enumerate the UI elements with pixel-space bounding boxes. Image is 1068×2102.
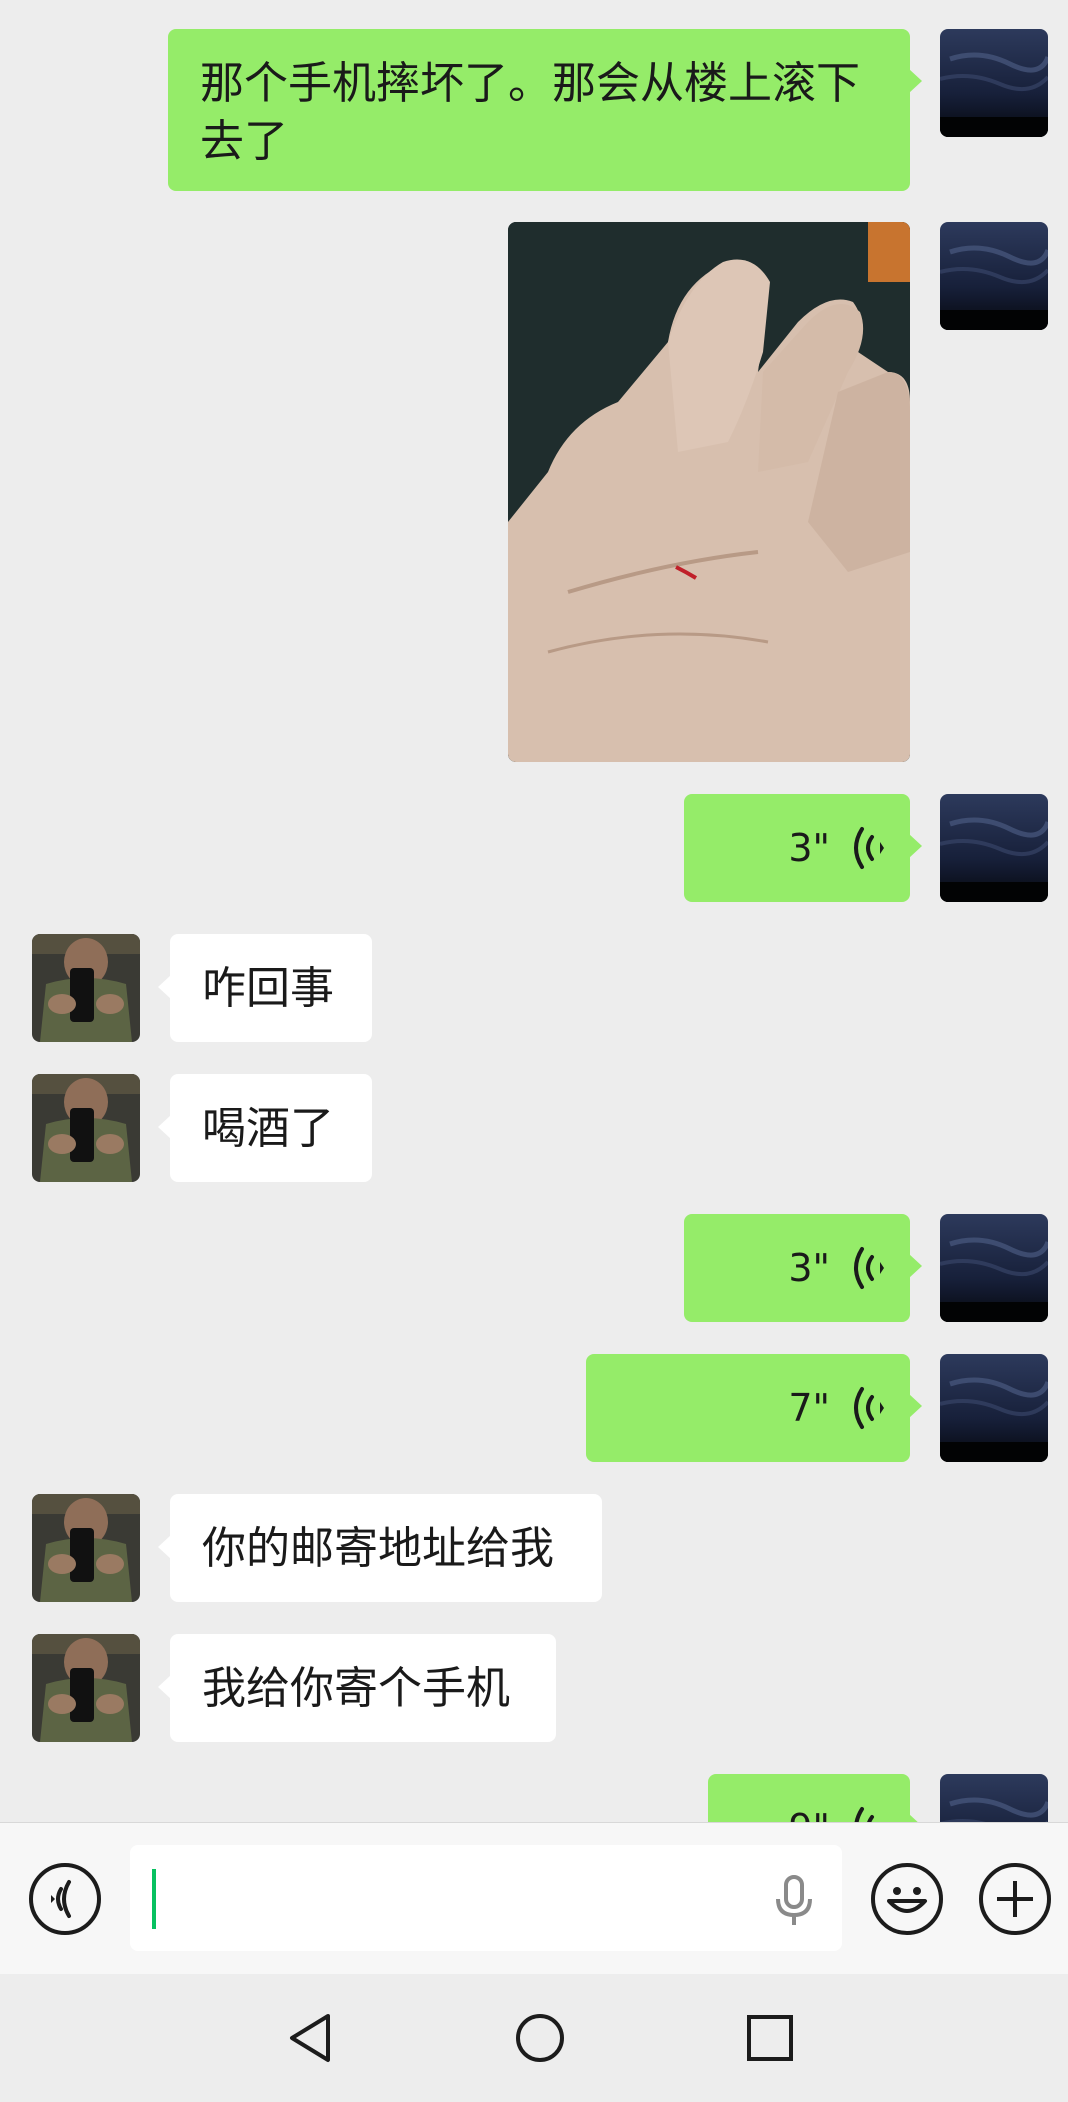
my-avatar[interactable] — [940, 1354, 1048, 1462]
contact-avatar[interactable] — [32, 934, 140, 1042]
emoji-button[interactable] — [871, 1863, 943, 1935]
voice-mode-icon — [51, 1880, 71, 1918]
contact-avatar[interactable] — [32, 1494, 140, 1602]
voice-message-bubble[interactable]: 9" — [708, 1774, 922, 1822]
text-cursor — [152, 1869, 156, 1929]
voice-wave-icon — [854, 827, 884, 869]
message-bubble-incoming[interactable]: 你的邮寄地址给我 — [158, 1494, 602, 1602]
voice-wave-icon — [854, 1247, 884, 1289]
input-bar — [0, 1822, 1068, 1975]
recents-square-icon[interactable] — [742, 2010, 798, 2066]
voice-duration: 3" — [788, 826, 830, 870]
photo-message[interactable] — [508, 222, 910, 762]
voice-duration: 3" — [788, 1246, 830, 1290]
message-bubble-incoming[interactable]: 咋回事 — [158, 934, 372, 1042]
voice-duration: 7" — [788, 1386, 830, 1430]
voice-message-bubble[interactable]: 3" — [684, 794, 922, 902]
message-bubble-outgoing[interactable]: 那个手机摔坏了。那会从楼上滚下去了 — [168, 29, 922, 191]
voice-wave-icon — [854, 1387, 884, 1429]
message-text: 那个手机摔坏了。那会从楼上滚下去了 — [200, 58, 860, 167]
message-bubble-incoming[interactable]: 我给你寄个手机 — [158, 1634, 556, 1742]
contact-avatar[interactable] — [32, 1074, 140, 1182]
contact-avatar[interactable] — [32, 1634, 140, 1742]
voice-wave-icon — [854, 1807, 874, 1822]
message-bubble-incoming[interactable]: 喝酒了 — [158, 1074, 372, 1182]
my-avatar[interactable] — [940, 794, 1048, 902]
my-avatar[interactable] — [940, 1774, 1048, 1822]
voice-message-bubble[interactable]: 7" — [586, 1354, 922, 1462]
emoji-icon — [887, 1887, 927, 1913]
voice-mode-toggle[interactable] — [29, 1863, 101, 1935]
back-triangle-icon[interactable] — [282, 2010, 338, 2066]
my-avatar[interactable] — [940, 222, 1048, 330]
home-circle-icon[interactable] — [512, 2010, 568, 2066]
voice-duration: 9" — [788, 1799, 830, 1822]
system-nav-bar — [0, 1974, 1068, 2102]
my-avatar[interactable] — [940, 29, 1048, 137]
chat-history[interactable]: 那个手机摔坏了。那会从楼上滚下去了 3" 咋回事 喝酒了 3" 7" 你的邮寄地… — [0, 0, 1068, 1822]
message-text: 你的邮寄地址给我 — [202, 1523, 554, 1574]
more-button[interactable] — [979, 1863, 1051, 1935]
my-avatar[interactable] — [940, 1214, 1048, 1322]
plus-icon — [997, 1881, 1033, 1917]
message-text: 咋回事 — [202, 963, 334, 1014]
message-input[interactable] — [130, 1845, 842, 1951]
message-text: 我给你寄个手机 — [202, 1663, 510, 1714]
microphone-icon[interactable] — [770, 1873, 818, 1929]
voice-message-bubble[interactable]: 3" — [684, 1214, 922, 1322]
message-text: 喝酒了 — [202, 1103, 334, 1154]
